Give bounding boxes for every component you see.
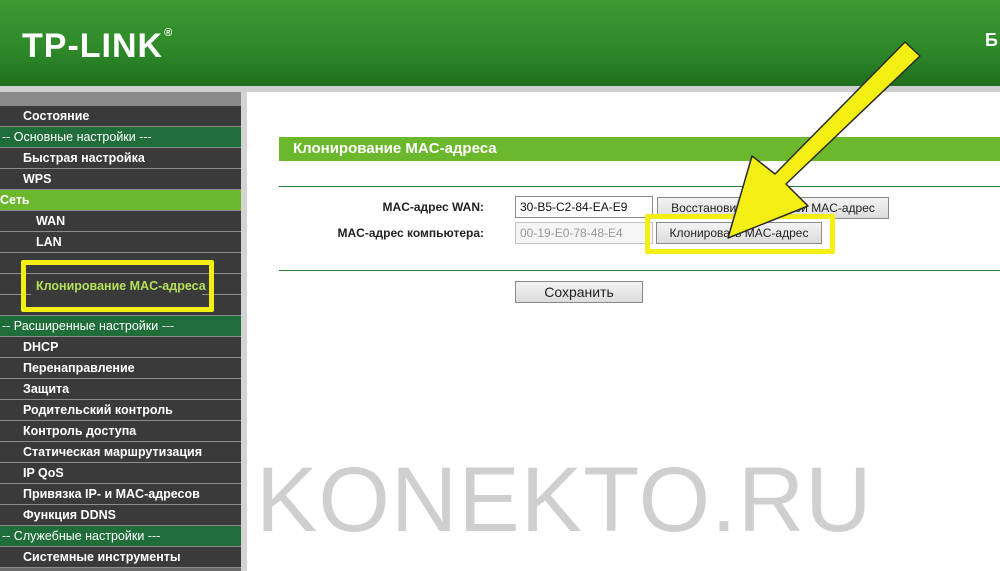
page-title: Клонирование MAC-адреса bbox=[279, 137, 1000, 161]
sidebar-item-10: -- Расширенные настройки --- bbox=[0, 316, 241, 337]
sidebar-item-20: -- Служебные настройки --- bbox=[0, 526, 241, 547]
sidebar-menu-list: Состояние -- Основные настройки --- Быстра… bbox=[0, 106, 241, 568]
pc-mac-input bbox=[515, 222, 653, 244]
sidebar-item-21[interactable]: Системные инструменты bbox=[0, 547, 241, 568]
sidebar-item-5[interactable]: WAN bbox=[0, 211, 241, 232]
header-banner: TP-LINK® Б bbox=[0, 0, 1000, 86]
logo-text: TP-LINK bbox=[22, 27, 164, 65]
sidebar-item-17[interactable]: IP QoS bbox=[0, 463, 241, 484]
header-right-text: Б bbox=[985, 30, 998, 50]
wan-mac-input[interactable] bbox=[515, 196, 653, 218]
sidebar-item-11[interactable]: DHCP bbox=[0, 337, 241, 358]
bottom-divider bbox=[279, 270, 1000, 271]
tp-link-logo: TP-LINK® bbox=[22, 27, 173, 66]
wan-mac-label: MAC-адрес WAN: bbox=[382, 200, 484, 214]
sidebar-item-15[interactable]: Контроль доступа bbox=[0, 421, 241, 442]
sidebar-item-14[interactable]: Родительский контроль bbox=[0, 400, 241, 421]
pc-mac-label: MAC-адрес компьютера: bbox=[337, 226, 485, 240]
sidebar-item-6[interactable]: LAN bbox=[0, 232, 241, 253]
sidebar-item-16[interactable]: Статическая маршрутизация bbox=[0, 442, 241, 463]
watermark-text: KONEKTO.RU bbox=[256, 449, 873, 551]
yellow-highlight-frame-button bbox=[645, 214, 835, 254]
yellow-highlight-frame-sidebar bbox=[21, 260, 214, 312]
sidebar-item-1: -- Основные настройки --- bbox=[0, 127, 241, 148]
sidebar-menu: Состояние -- Основные настройки --- Быстра… bbox=[0, 92, 241, 571]
sidebar-item-3[interactable]: WPS bbox=[0, 169, 241, 190]
sidebar-item-13[interactable]: Защита bbox=[0, 379, 241, 400]
sidebar-item-18[interactable]: Привязка IP- и MAC-адресов bbox=[0, 484, 241, 505]
top-divider bbox=[279, 186, 1000, 187]
sidebar-item-12[interactable]: Перенаправление bbox=[0, 358, 241, 379]
sidebar-top-gap bbox=[0, 92, 241, 106]
sidebar-item-19[interactable]: Функция DDNS bbox=[0, 505, 241, 526]
sidebar-item-2[interactable]: Быстрая настройка bbox=[0, 148, 241, 169]
save-button[interactable]: Сохранить bbox=[515, 281, 643, 303]
sidebar-item-4[interactable]: Сеть bbox=[0, 190, 241, 211]
logo-registered-mark: ® bbox=[164, 27, 174, 39]
sidebar-item-0[interactable]: Состояние bbox=[0, 106, 241, 127]
